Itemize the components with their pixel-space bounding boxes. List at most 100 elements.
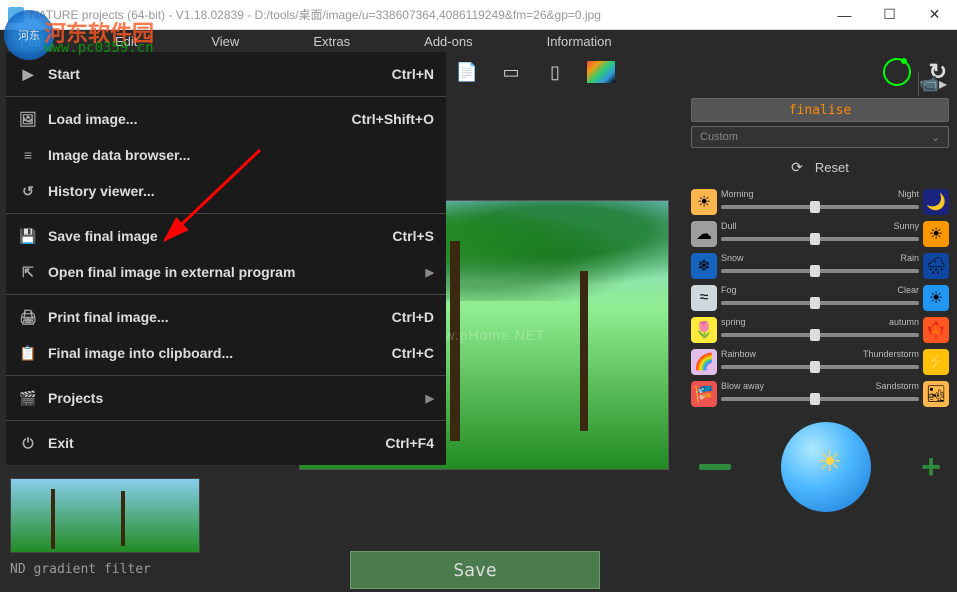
slider-left-icon[interactable]: 🎏: [691, 381, 717, 407]
slider-track[interactable]: Snow Rain: [721, 253, 919, 279]
slider-right-icon[interactable]: 🌙: [923, 189, 949, 215]
slider-handle[interactable]: [810, 361, 820, 373]
slider-handle[interactable]: [810, 233, 820, 245]
slider-right-icon[interactable]: ☀: [923, 285, 949, 311]
menu-item-load-image[interactable]: 🖼Load image...Ctrl+Shift+O: [6, 101, 446, 137]
slider-right-icon[interactable]: 🍁: [923, 317, 949, 343]
menu-separator: [6, 420, 446, 421]
slider-right-label: Night: [898, 189, 919, 199]
menu-item-start[interactable]: ▶StartCtrl+N: [6, 56, 446, 92]
slider-left-icon[interactable]: ☀: [691, 189, 717, 215]
menu-file[interactable]: File: [8, 32, 53, 51]
slider-handle[interactable]: [810, 393, 820, 405]
menu-item-print-final-image[interactable]: 🖨Print final image...Ctrl+D: [6, 299, 446, 335]
slider-track[interactable]: Morning Night: [721, 189, 919, 215]
menu-item-icon: ⏻: [18, 433, 38, 453]
menu-item-open-final-image-in-external-program[interactable]: ⇱Open final image in external program▶: [6, 254, 446, 290]
menu-item-shortcut: Ctrl+Shift+O: [352, 111, 434, 127]
slider-track[interactable]: Dull Sunny: [721, 221, 919, 247]
slider-left-icon[interactable]: ≈: [691, 285, 717, 311]
save-button[interactable]: Save: [350, 551, 600, 589]
menu-information[interactable]: Information: [535, 32, 624, 51]
custom-dropdown[interactable]: Custom ⌄: [691, 126, 949, 148]
minimize-button[interactable]: —: [822, 0, 867, 30]
slider-track[interactable]: springautumn: [721, 317, 919, 343]
menu-item-save-final-image[interactable]: 💾Save final imageCtrl+S: [6, 218, 446, 254]
slider-fog: ≈FogClear☀: [687, 282, 953, 314]
menu-item-label: Projects: [48, 390, 418, 406]
camera-icon[interactable]: 📹▸: [919, 74, 947, 94]
slider-right-icon[interactable]: 🌧: [923, 253, 949, 279]
slider-left-icon[interactable]: 🌷: [691, 317, 717, 343]
menu-item-shortcut: Ctrl+C: [392, 345, 434, 361]
tool-icon-3[interactable]: ▯: [543, 60, 567, 84]
slider-left-icon[interactable]: ☁: [691, 221, 717, 247]
slider-right-label: Sandstorm: [875, 381, 919, 391]
menu-item-image-data-browser[interactable]: ≡Image data browser...: [6, 137, 446, 173]
slider-right-label: Rain: [900, 253, 919, 263]
slider-left-label: Blow away: [721, 381, 764, 391]
slider-right-icon[interactable]: ☀: [923, 221, 949, 247]
spectrum-icon[interactable]: [587, 61, 615, 83]
menu-item-exit[interactable]: ⏻ExitCtrl+F4: [6, 425, 446, 461]
slider-left-label: Snow: [721, 253, 744, 263]
slider-left-label: Morning: [721, 189, 754, 199]
menu-extras[interactable]: Extras: [301, 32, 362, 51]
window-title: NATURE projects (64-bit) - V1.18.02839 -…: [30, 6, 822, 23]
tool-icon-1[interactable]: 📄: [455, 60, 479, 84]
menu-item-icon: ↺: [18, 181, 38, 201]
menu-item-label: Open final image in external program: [48, 264, 418, 280]
custom-label: Custom: [700, 131, 738, 143]
menu-edit[interactable]: Edit: [103, 32, 149, 51]
finalise-button[interactable]: finalise: [691, 98, 949, 122]
reset-button[interactable]: ⟳ Reset: [687, 154, 953, 180]
slider-track[interactable]: Blow away Sandstorm: [721, 381, 919, 407]
menu-item-icon: ≡: [18, 145, 38, 165]
slider-track[interactable]: RainbowThunderstorm: [721, 349, 919, 375]
slider-snow: ❄ Snow Rain 🌧: [687, 250, 953, 282]
menu-separator: [6, 294, 446, 295]
menu-item-icon: ⇱: [18, 262, 38, 282]
menu-item-projects[interactable]: 🎬Projects▶: [6, 380, 446, 416]
thumbnail-preview[interactable]: [10, 478, 200, 553]
chevron-down-icon: ⌄: [931, 131, 940, 144]
slider-handle[interactable]: [810, 329, 820, 341]
menubar: File Edit View Extras Add-ons Informatio…: [0, 30, 957, 52]
slider-right-label: Thunderstorm: [863, 349, 919, 359]
slider-left-label: Dull: [721, 221, 737, 231]
slider-rainbow: 🌈RainbowThunderstorm⚡: [687, 346, 953, 378]
menu-item-final-image-into-clipboard[interactable]: 📋Final image into clipboard...Ctrl+C: [6, 335, 446, 371]
slider-handle[interactable]: [810, 201, 820, 213]
menu-separator: [6, 96, 446, 97]
weather-orb[interactable]: [781, 422, 871, 512]
app-icon: [8, 7, 24, 23]
file-dropdown: ▶StartCtrl+N 🖼Load image...Ctrl+Shift+O≡I…: [6, 52, 446, 465]
close-button[interactable]: ✕: [912, 0, 957, 30]
slider-right-icon[interactable]: 🏜: [923, 381, 949, 407]
minus-button[interactable]: [699, 464, 731, 470]
menu-item-shortcut: Ctrl+D: [392, 309, 434, 325]
plus-button[interactable]: +: [921, 448, 941, 487]
menu-item-icon: 🖨: [18, 307, 38, 327]
slider-left-icon[interactable]: ❄: [691, 253, 717, 279]
filter-label: ND gradient filter: [10, 562, 151, 577]
slider-right-label: Clear: [897, 285, 919, 295]
maximize-button[interactable]: ☐: [867, 0, 912, 30]
slider-spring: 🌷springautumn🍁: [687, 314, 953, 346]
menu-view[interactable]: View: [199, 32, 251, 51]
clock-green-icon[interactable]: [883, 58, 911, 86]
slider-handle[interactable]: [810, 265, 820, 277]
tool-icon-2[interactable]: ▭: [499, 60, 523, 84]
window-controls: — ☐ ✕: [822, 0, 957, 30]
reset-icon: ⟳: [791, 159, 803, 176]
slider-right-label: Sunny: [893, 221, 919, 231]
slider-right-icon[interactable]: ⚡: [923, 349, 949, 375]
menu-addons[interactable]: Add-ons: [412, 32, 484, 51]
menu-item-history-viewer[interactable]: ↺History viewer...: [6, 173, 446, 209]
slider-track[interactable]: FogClear: [721, 285, 919, 311]
menu-item-icon: 📋: [18, 343, 38, 363]
slider-dull: ☁ Dull Sunny ☀: [687, 218, 953, 250]
slider-handle[interactable]: [810, 297, 820, 309]
menu-item-icon: ▶: [18, 64, 38, 84]
slider-left-icon[interactable]: 🌈: [691, 349, 717, 375]
